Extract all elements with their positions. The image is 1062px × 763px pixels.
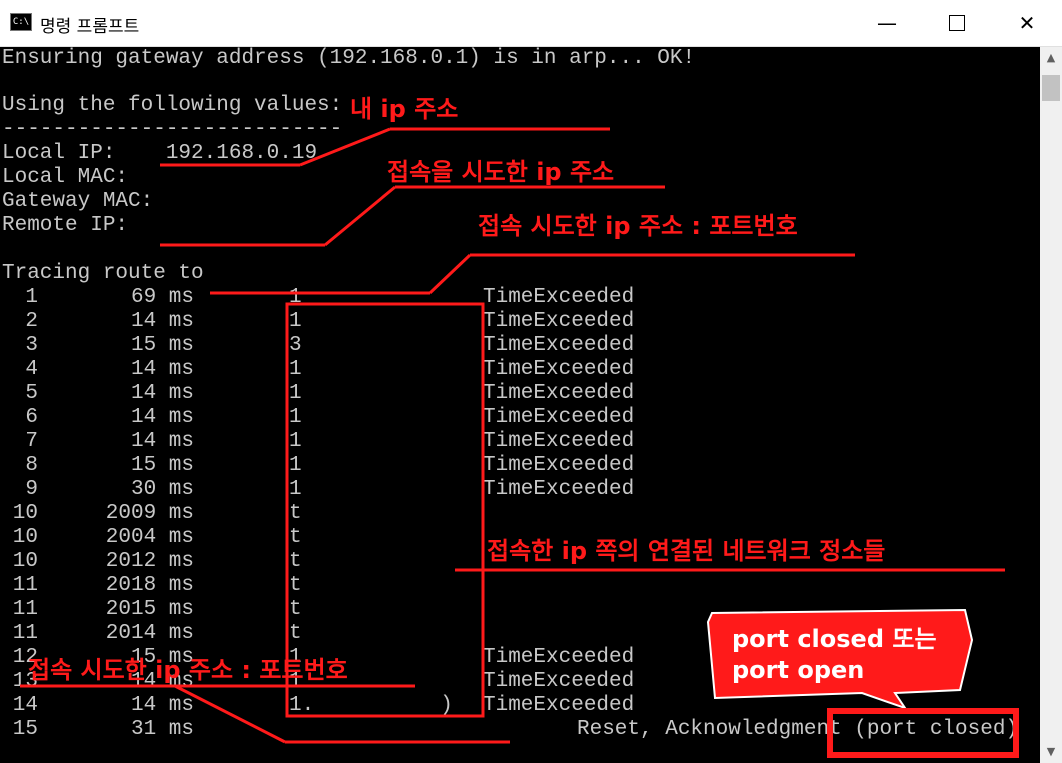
- annot-line-my-ip-leader: [299, 127, 391, 167]
- annot-line-bottom-leader: [174, 684, 286, 744]
- annot-rect-port-closed: [827, 708, 1019, 758]
- annot-line-port-leader: [428, 253, 472, 295]
- callout-line-2: port open: [732, 656, 865, 684]
- annot-attempted-ip-port-bottom: 접속 시도한 ip 주소 : 포트번호: [28, 656, 348, 684]
- annot-attempted-ip-port: 접속 시도한 ip 주소 : 포트번호: [478, 212, 798, 240]
- callout-line-1: port closed 또는: [732, 625, 937, 653]
- annot-network-hops: 접속한 ip 쪽의 연결된 네트워크 정소들: [487, 537, 886, 565]
- annot-attempted-ip: 접속을 시도한 ip 주소: [387, 158, 615, 186]
- annot-line-attempt-leader: [324, 185, 396, 247]
- annot-my-ip: 내 ip 주소: [350, 95, 459, 123]
